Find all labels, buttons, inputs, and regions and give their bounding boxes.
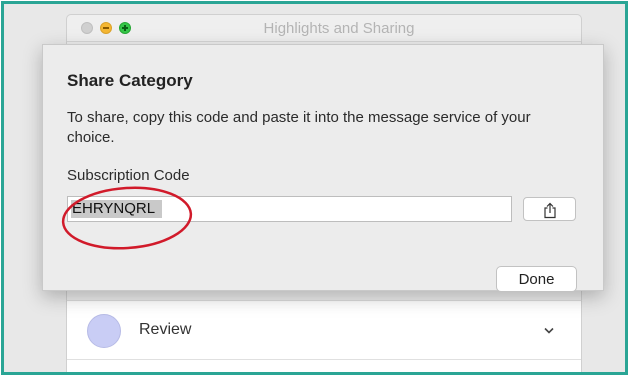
screenshot-frame: Highlights and Sharing Review Share Cate… — [1, 1, 628, 375]
sheet-description: To share, copy this code and paste it in… — [67, 109, 531, 146]
window-title: Highlights and Sharing — [263, 20, 415, 37]
share-category-sheet: Share Category To share, copy this code … — [42, 44, 604, 292]
done-button[interactable]: Done — [496, 266, 577, 292]
subscription-code-value: EHRYNQRL — [72, 200, 156, 217]
share-icon — [543, 202, 556, 218]
share-button[interactable] — [523, 197, 576, 221]
list-item[interactable]: Review — [67, 301, 581, 360]
title-bar[interactable]: Highlights and Sharing — [67, 15, 581, 42]
sheet-title: Share Category — [67, 71, 193, 90]
list-item-label: Review — [139, 321, 192, 338]
subscription-code-label: Subscription Code — [67, 167, 190, 184]
color-swatch-icon — [87, 314, 121, 348]
chevron-down-icon[interactable] — [535, 321, 563, 339]
category-list: Review — [67, 300, 581, 372]
